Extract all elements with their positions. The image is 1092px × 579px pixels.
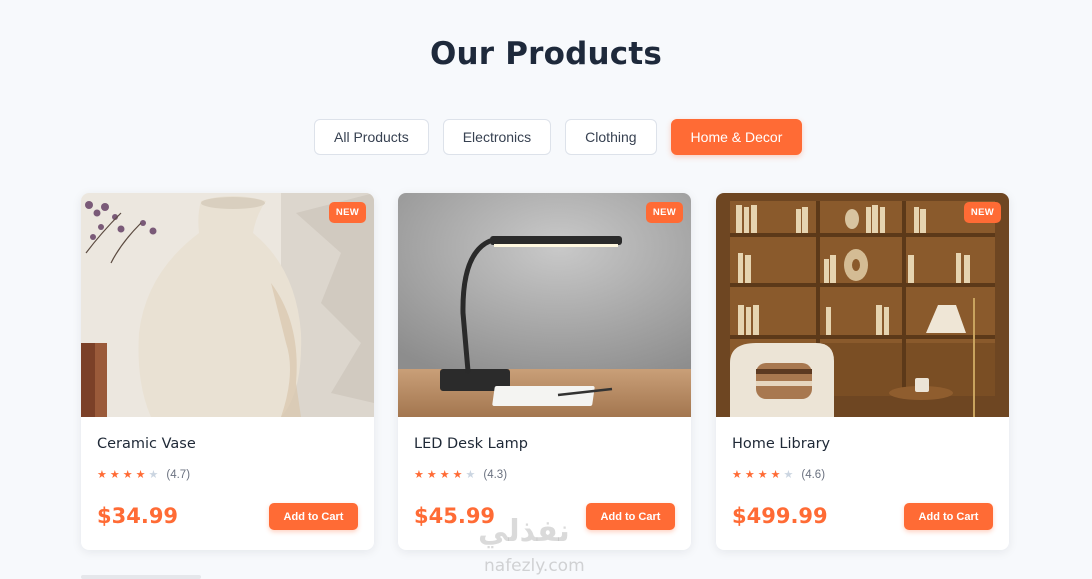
star-icon: ★ — [122, 469, 133, 481]
product-rating: ★ ★ ★ ★ ★ (4.7) — [97, 468, 191, 482]
star-empty-icon: ★ — [783, 469, 794, 481]
filter-electronics[interactable]: Electronics — [442, 119, 552, 155]
star-icon: ★ — [744, 469, 755, 481]
product-rating: ★ ★ ★ ★ ★ (4.6) — [732, 468, 826, 482]
product-price: $34.99 — [97, 504, 179, 528]
filter-home-decor[interactable]: Home & Decor — [670, 119, 803, 155]
watermark-latin: nafezly.com — [484, 556, 585, 576]
desk-lamp-image — [398, 193, 691, 417]
add-to-cart-button[interactable]: Add to Cart — [904, 503, 993, 530]
rating-value: (4.7) — [166, 468, 191, 481]
star-icon: ★ — [452, 469, 463, 481]
star-icon: ★ — [109, 469, 120, 481]
rating-value: (4.3) — [483, 468, 508, 481]
new-badge: NEW — [645, 202, 683, 223]
star-icon: ★ — [757, 469, 768, 481]
product-rating: ★ ★ ★ ★ ★ (4.3) — [414, 468, 508, 482]
star-icon: ★ — [414, 469, 424, 481]
product-price: $45.99 — [414, 504, 496, 528]
star-empty-icon: ★ — [465, 469, 476, 481]
filter-clothing[interactable]: Clothing — [565, 119, 657, 155]
product-name: LED Desk Lamp — [414, 436, 528, 452]
next-row-card-edge — [81, 575, 201, 579]
star-empty-icon: ★ — [148, 469, 159, 481]
add-to-cart-button[interactable]: Add to Cart — [269, 503, 358, 530]
new-badge: NEW — [963, 202, 1001, 223]
star-icon: ★ — [439, 469, 450, 481]
product-name: Home Library — [732, 436, 831, 452]
rating-value: (4.6) — [801, 468, 826, 481]
product-card-home-library[interactable]: NEW Home Library ★ ★ ★ ★ ★ (4.6) $499.99… — [716, 193, 1009, 550]
bookshelf-library-image — [716, 193, 1009, 417]
filter-all-products[interactable]: All Products — [314, 119, 429, 155]
product-price: $499.99 — [732, 504, 828, 528]
new-badge: NEW — [328, 202, 366, 223]
category-filters: All Products Electronics Clothing Home &… — [314, 119, 803, 155]
product-name: Ceramic Vase — [97, 436, 196, 452]
product-card-led-desk-lamp[interactable]: NEW LED Desk Lamp ★ ★ ★ ★ ★ (4.3) $45.99… — [398, 193, 691, 550]
add-to-cart-button[interactable]: Add to Cart — [586, 503, 675, 530]
star-icon: ★ — [732, 469, 742, 481]
star-icon: ★ — [770, 469, 781, 481]
product-card-ceramic-vase[interactable]: NEW Ceramic Vase ★ ★ ★ ★ ★ (4.7) $34.99 … — [81, 193, 374, 550]
star-icon: ★ — [135, 469, 146, 481]
page-title: Our Products — [429, 36, 663, 72]
ceramic-vase-image — [81, 193, 374, 417]
star-icon: ★ — [97, 469, 107, 481]
star-icon: ★ — [426, 469, 437, 481]
